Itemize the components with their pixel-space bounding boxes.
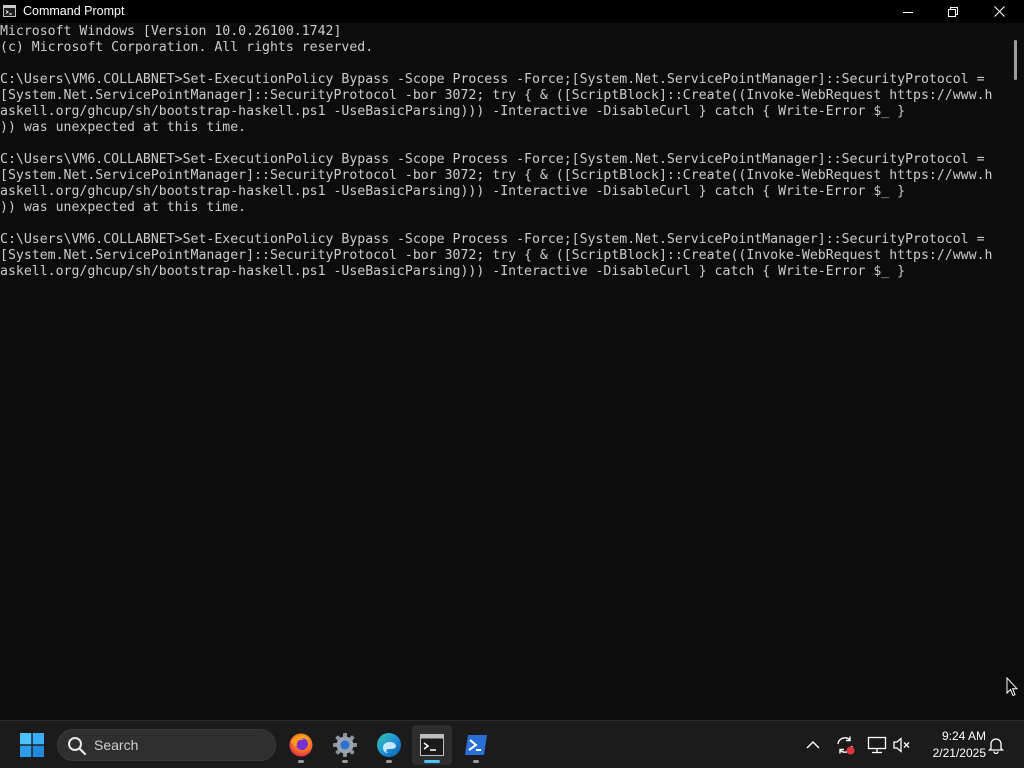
console-line: [System.Net.ServicePointManager]::Securi… (0, 248, 993, 263)
close-button[interactable] (976, 0, 1022, 23)
taskbar: Search 9:24 AM 2/21/2025 (0, 720, 1024, 768)
search-icon (68, 737, 87, 756)
console-line: [System.Net.ServicePointManager]::Securi… (0, 88, 993, 103)
chevron-up-icon (806, 741, 820, 749)
maximize-button[interactable] (930, 0, 976, 23)
scrollbar-thumb[interactable] (1014, 40, 1017, 80)
running-indicator (342, 760, 348, 763)
console-line: askell.org/ghcup/sh/bootstrap-haskell.ps… (0, 184, 906, 199)
tray-network-status[interactable] (865, 733, 889, 757)
edge-icon (377, 733, 401, 757)
clock-time: 9:24 AM (941, 729, 986, 743)
sync-alert-icon (837, 736, 855, 755)
console-line: C:\Users\VM6.COLLABNET>Set-ExecutionPoli… (0, 232, 985, 247)
tray-sync-status[interactable] (833, 733, 857, 757)
minimize-icon (903, 11, 913, 13)
running-indicator (473, 760, 479, 763)
command-prompt-window: Command Prompt Microsoft Windows [Versio… (0, 0, 1024, 720)
title-bar[interactable]: Command Prompt (0, 0, 1024, 23)
windows-start-icon (20, 733, 44, 757)
running-indicator (298, 760, 304, 763)
console-line: (c) Microsoft Corporation. All rights re… (0, 40, 374, 55)
taskbar-app-powershell[interactable] (456, 725, 496, 765)
firefox-icon (289, 733, 313, 757)
cmd-icon (420, 734, 444, 756)
active-indicator (424, 760, 440, 763)
taskbar-clock[interactable]: 9:24 AM 2/21/2025 (920, 728, 986, 762)
cmd-icon (3, 5, 16, 17)
taskbar-app-firefox[interactable] (281, 725, 321, 765)
mouse-pointer-icon (1006, 677, 1018, 697)
taskbar-app-edge[interactable] (369, 725, 409, 765)
running-indicator (386, 760, 392, 763)
taskbar-app-command-prompt[interactable] (412, 725, 452, 765)
clock-date: 2/21/2025 (932, 746, 986, 760)
start-button[interactable] (12, 725, 52, 765)
notification-bell-icon (987, 738, 1005, 754)
console-line: )) was unexpected at this time. (0, 200, 247, 215)
vertical-scrollbar[interactable] (1006, 24, 1024, 720)
search-label: Search (94, 737, 139, 753)
notification-center-button[interactable] (984, 733, 1008, 757)
taskbar-app-settings[interactable] (325, 725, 365, 765)
minimize-button[interactable] (885, 0, 931, 23)
console-line: askell.org/ghcup/sh/bootstrap-haskell.ps… (0, 104, 906, 119)
console-output[interactable]: Microsoft Windows [Version 10.0.26100.17… (0, 24, 1005, 720)
console-line: C:\Users\VM6.COLLABNET>Set-ExecutionPoli… (0, 152, 985, 167)
console-line: C:\Users\VM6.COLLABNET>Set-ExecutionPoli… (0, 72, 985, 87)
close-icon (993, 6, 1005, 17)
settings-gear-icon (333, 733, 357, 757)
taskbar-search-box[interactable]: Search (57, 729, 276, 761)
console-line: [System.Net.ServicePointManager]::Securi… (0, 168, 993, 183)
console-line: askell.org/ghcup/sh/bootstrap-haskell.ps… (0, 264, 906, 279)
volume-muted-icon (893, 737, 910, 753)
show-hidden-icons-button[interactable] (801, 733, 825, 757)
window-title: Command Prompt (23, 4, 125, 18)
console-line: )) was unexpected at this time. (0, 120, 247, 135)
network-icon (867, 736, 887, 754)
tray-volume-status[interactable] (890, 733, 914, 757)
restore-icon (948, 6, 958, 17)
powershell-icon (465, 735, 487, 755)
console-line: Microsoft Windows [Version 10.0.26100.17… (0, 24, 342, 39)
